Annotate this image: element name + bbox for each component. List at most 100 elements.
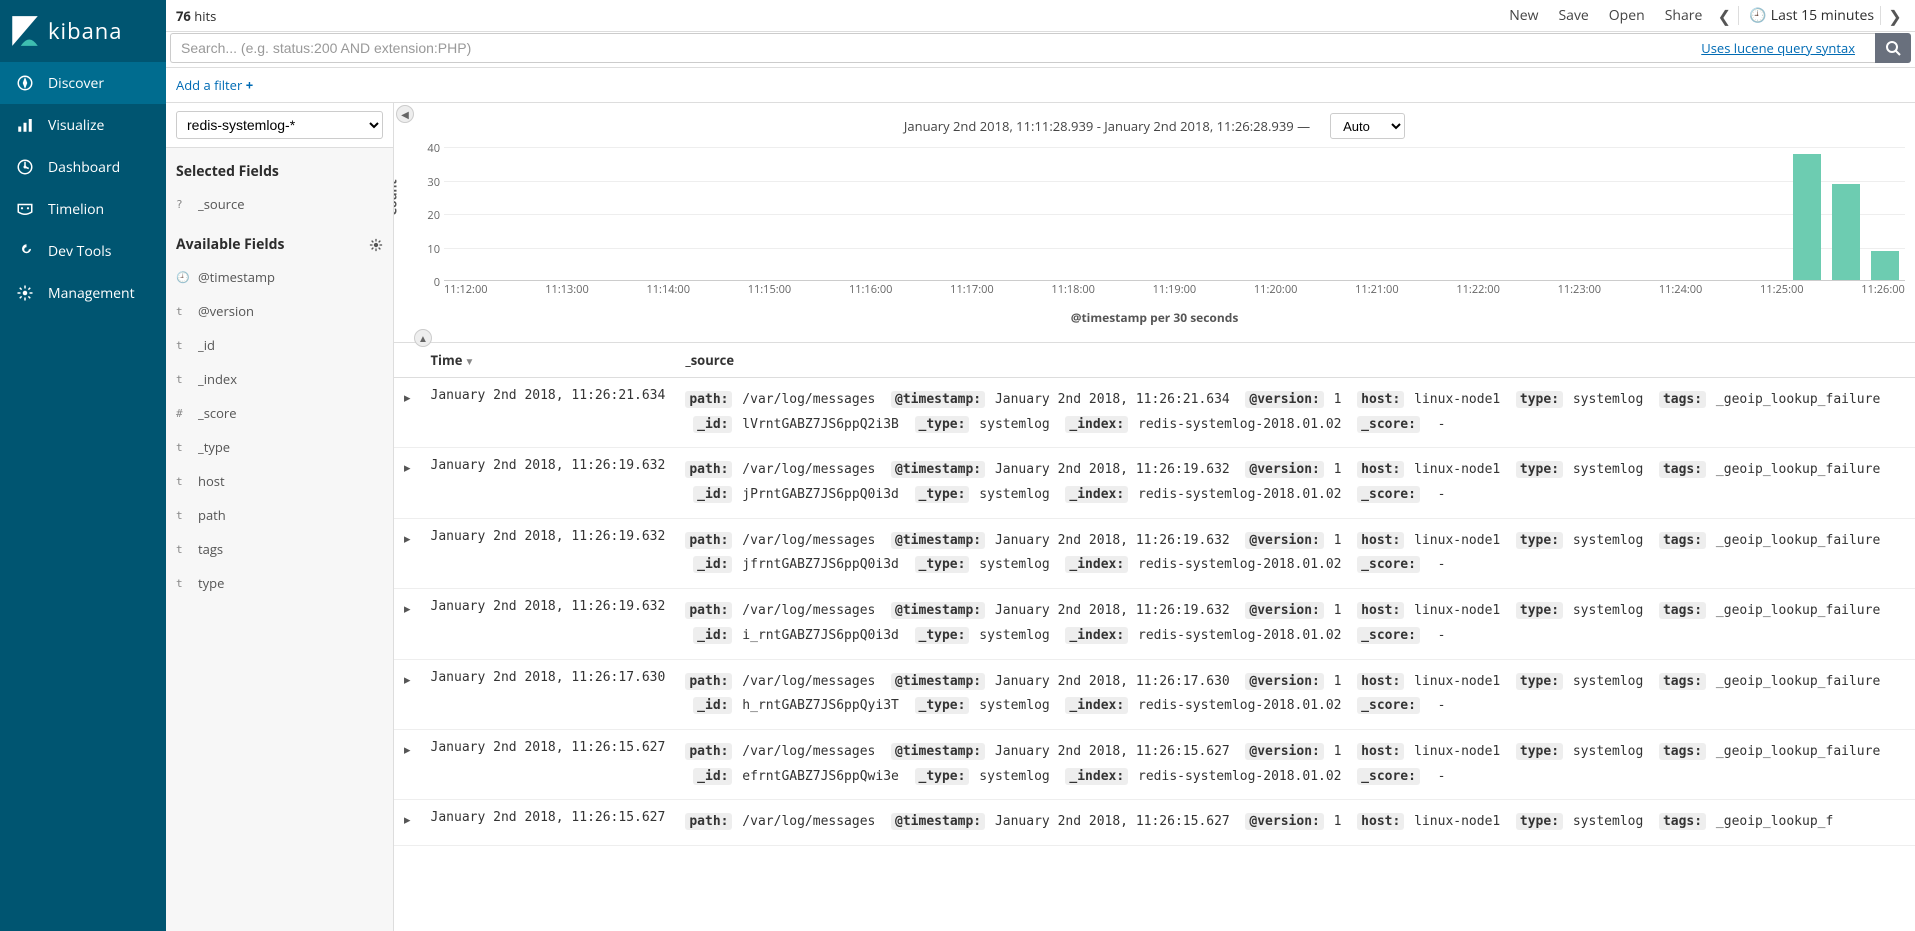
logo-text: kibana — [48, 16, 123, 46]
add-filter-button[interactable]: Add a filter + — [176, 76, 253, 94]
doc-time: January 2nd 2018, 11:26:19.632 — [421, 589, 676, 659]
expand-row-button[interactable]: ▸ — [394, 659, 421, 729]
field-type-icon: t — [176, 475, 190, 488]
index-pattern-select[interactable]: redis-systemlog-* — [176, 111, 383, 139]
field-name: _score — [198, 404, 237, 422]
histogram-bar[interactable] — [1871, 251, 1899, 281]
table-row: ▸January 2nd 2018, 11:26:15.627path: /va… — [394, 800, 1915, 846]
field-item-@timestamp[interactable]: 🕘@timestamp — [166, 260, 393, 294]
search-bar: Uses lucene query syntax — [166, 32, 1915, 68]
time-picker[interactable]: 🕘 Last 15 minutes — [1738, 6, 1881, 25]
doc-source: path: /var/log/messages @timestamp: Janu… — [675, 589, 1915, 659]
nav-item-management[interactable]: Management — [0, 272, 166, 314]
field-item-path[interactable]: tpath — [166, 498, 393, 532]
selected-fields-header: Selected Fields — [166, 148, 393, 187]
y-tick: 0 — [434, 275, 440, 290]
nav-label: Dashboard — [48, 158, 120, 177]
table-row: ▸January 2nd 2018, 11:26:19.632path: /va… — [394, 518, 1915, 588]
filter-bar: Add a filter + — [166, 68, 1915, 103]
new-button[interactable]: New — [1499, 6, 1548, 25]
doc-source: path: /var/log/messages @timestamp: Janu… — [675, 800, 1915, 846]
nav-item-visualize[interactable]: Visualize — [0, 104, 166, 146]
expand-row-button[interactable]: ▸ — [394, 448, 421, 518]
field-item-host[interactable]: thost — [166, 464, 393, 498]
doc-time: January 2nd 2018, 11:26:15.627 — [421, 800, 676, 846]
gear-icon[interactable] — [369, 238, 383, 252]
y-tick: 40 — [427, 141, 440, 156]
time-label: Last 15 minutes — [1771, 6, 1874, 25]
x-tick: 11:18:00 — [1051, 282, 1095, 297]
time-column-header[interactable]: Time▼ — [421, 343, 676, 378]
hits-count: 76 hits — [176, 7, 216, 25]
share-button[interactable]: Share — [1655, 6, 1713, 25]
management-icon — [14, 282, 36, 304]
histogram-bar[interactable] — [1832, 184, 1860, 281]
x-tick: 11:12:00 — [444, 282, 488, 297]
plus-icon: + — [246, 76, 253, 94]
interval-select[interactable]: Auto — [1330, 113, 1405, 139]
lucene-syntax-link[interactable]: Uses lucene query syntax — [1701, 39, 1855, 57]
source-column-header[interactable]: _source — [675, 343, 1915, 378]
doc-time: January 2nd 2018, 11:26:19.632 — [421, 448, 676, 518]
x-tick: 11:14:00 — [646, 282, 690, 297]
expand-row-button[interactable]: ▸ — [394, 589, 421, 659]
field-item-tags[interactable]: ttags — [166, 532, 393, 566]
expand-row-button[interactable]: ▸ — [394, 800, 421, 846]
search-icon — [1885, 40, 1901, 56]
table-row: ▸January 2nd 2018, 11:26:21.634path: /va… — [394, 378, 1915, 448]
table-row: ▸January 2nd 2018, 11:26:17.630path: /va… — [394, 659, 1915, 729]
x-tick: 11:17:00 — [950, 282, 994, 297]
nav-label: Timelion — [48, 200, 104, 219]
discover-icon — [14, 72, 36, 94]
field-item-@version[interactable]: t@version — [166, 294, 393, 328]
expand-row-button[interactable]: ▸ — [394, 729, 421, 799]
field-name: type — [198, 574, 224, 592]
expand-row-button[interactable]: ▸ — [394, 378, 421, 448]
x-tick: 11:26:00 — [1861, 282, 1905, 297]
field-item-_score[interactable]: #_score — [166, 396, 393, 430]
x-tick: 11:16:00 — [849, 282, 893, 297]
nav-label: Dev Tools — [48, 242, 111, 261]
field-item-type[interactable]: ttype — [166, 566, 393, 600]
field-type-icon: 🕘 — [176, 271, 190, 284]
nav-item-dev-tools[interactable]: Dev Tools — [0, 230, 166, 272]
histogram-bar[interactable] — [1793, 154, 1821, 281]
x-tick: 11:24:00 — [1659, 282, 1703, 297]
nav-item-timelion[interactable]: Timelion — [0, 188, 166, 230]
field-item-_type[interactable]: t_type — [166, 430, 393, 464]
timelion-icon — [14, 198, 36, 220]
nav-item-dashboard[interactable]: Dashboard — [0, 146, 166, 188]
field-item-_index[interactable]: t_index — [166, 362, 393, 396]
collapse-chart-button[interactable]: ▲ — [414, 329, 432, 347]
visualize-icon — [14, 114, 36, 136]
time-prev-button[interactable]: ❮ — [1712, 5, 1736, 27]
sort-desc-icon: ▼ — [464, 354, 474, 368]
histogram-chart: January 2nd 2018, 11:11:28.939 - January… — [394, 103, 1915, 343]
x-axis-label: @timestamp per 30 seconds — [404, 309, 1905, 326]
save-button[interactable]: Save — [1548, 6, 1598, 25]
x-tick: 11:25:00 — [1760, 282, 1804, 297]
x-tick: 11:22:00 — [1456, 282, 1500, 297]
search-input[interactable] — [170, 33, 1875, 63]
field-name: host — [198, 472, 225, 490]
kibana-logo-icon — [8, 14, 42, 48]
expand-row-button[interactable]: ▸ — [394, 518, 421, 588]
field-type-icon: t — [176, 441, 190, 454]
nav-item-discover[interactable]: Discover — [0, 62, 166, 104]
table-row: ▸January 2nd 2018, 11:26:19.632path: /va… — [394, 589, 1915, 659]
doc-time: January 2nd 2018, 11:26:19.632 — [421, 518, 676, 588]
open-button[interactable]: Open — [1599, 6, 1655, 25]
logo[interactable]: kibana — [0, 0, 166, 62]
field-type-icon: ? — [176, 198, 190, 211]
search-button[interactable] — [1875, 33, 1911, 63]
nav-label: Discover — [48, 74, 104, 93]
x-tick: 11:15:00 — [748, 282, 792, 297]
field-item-_id[interactable]: t_id — [166, 328, 393, 362]
field-type-icon: t — [176, 577, 190, 590]
field-type-icon: t — [176, 305, 190, 318]
y-axis-label: Count — [394, 179, 401, 215]
field-name: path — [198, 506, 226, 524]
time-next-button[interactable]: ❯ — [1883, 5, 1907, 27]
field-item-_source[interactable]: ?_source — [166, 187, 393, 221]
doc-source: path: /var/log/messages @timestamp: Janu… — [675, 659, 1915, 729]
